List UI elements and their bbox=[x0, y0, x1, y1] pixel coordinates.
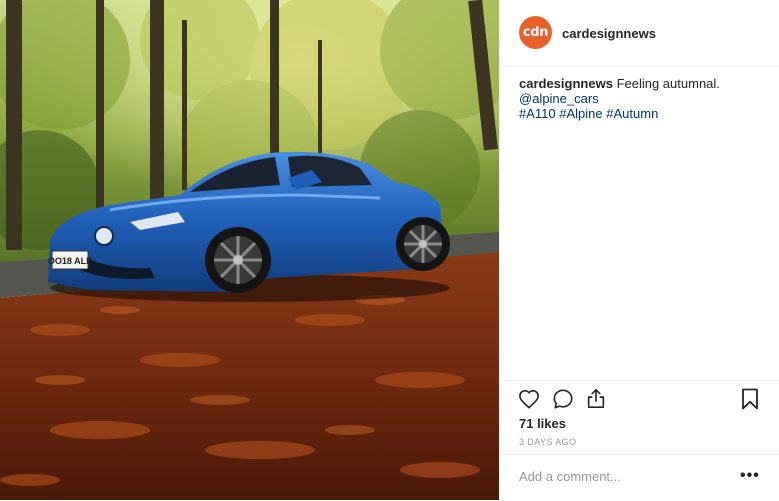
avatar[interactable]: cdn bbox=[519, 16, 552, 49]
actions-divider bbox=[500, 380, 779, 381]
heart-icon[interactable] bbox=[518, 389, 540, 409]
comment-input[interactable] bbox=[519, 469, 719, 484]
front-wheel bbox=[205, 227, 271, 293]
more-options-icon[interactable]: ••• bbox=[740, 467, 760, 485]
comment-bar: ••• bbox=[500, 454, 779, 501]
hashtag-link-autumn[interactable]: #Autumn bbox=[606, 106, 658, 121]
header-username[interactable]: cardesignnews bbox=[562, 26, 656, 41]
license-plate-text: OO18 ALP bbox=[48, 256, 92, 266]
post-image[interactable]: OO18 ALP bbox=[0, 0, 499, 500]
likes-count[interactable]: 71 likes bbox=[519, 416, 566, 431]
caption-username[interactable]: cardesignnews bbox=[519, 76, 613, 91]
hashtag-link-a110[interactable]: #A110 bbox=[519, 106, 556, 121]
post-header: cdn cardesignnews bbox=[500, 0, 779, 67]
rear-wheel bbox=[396, 217, 450, 271]
bookmark-icon[interactable] bbox=[741, 388, 759, 410]
mention-link[interactable]: @alpine_cars bbox=[519, 91, 599, 106]
post-photo: OO18 ALP bbox=[0, 0, 499, 500]
comment-icon[interactable] bbox=[552, 388, 574, 410]
post-caption: cardesignnews Feeling autumnal. @alpine_… bbox=[519, 76, 764, 121]
hashtag-link-alpine[interactable]: #Alpine bbox=[559, 106, 602, 121]
post-timestamp[interactable]: 3 DAYS AGO bbox=[519, 437, 576, 447]
post-details-panel: cdn cardesignnews cardesignnews Feeling … bbox=[500, 0, 779, 500]
caption-text: Feeling autumnal. bbox=[616, 76, 720, 91]
share-icon[interactable] bbox=[585, 387, 607, 410]
